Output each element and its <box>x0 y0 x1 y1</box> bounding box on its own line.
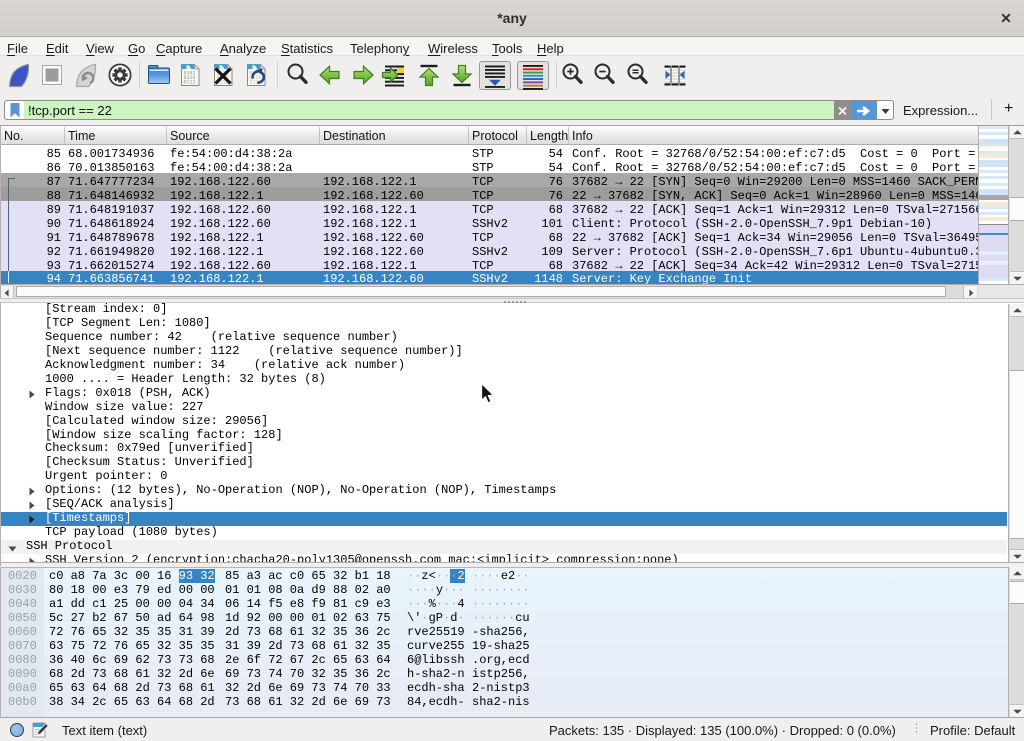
svg-text:0111: 0111 <box>184 80 196 86</box>
